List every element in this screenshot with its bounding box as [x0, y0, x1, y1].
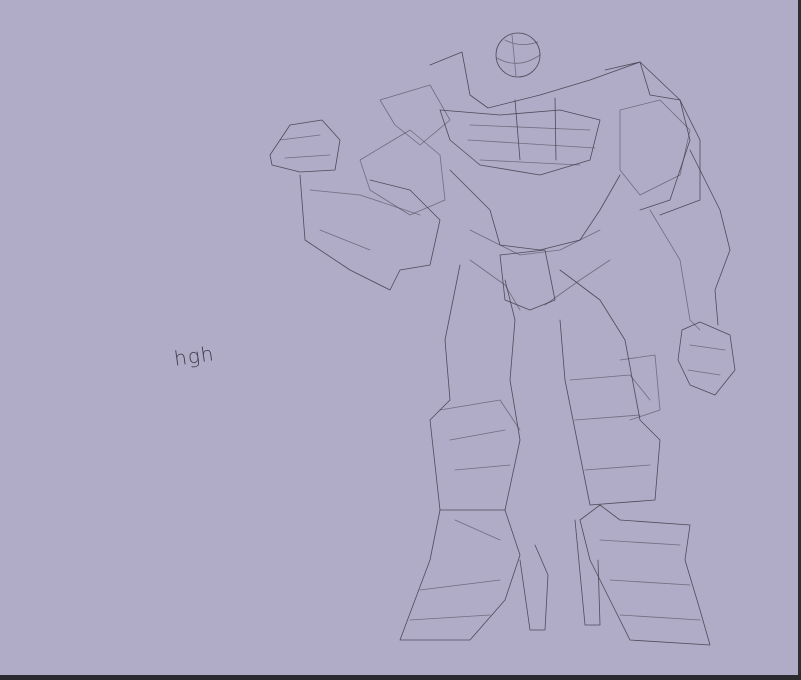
sketch-pelvis — [469, 249, 611, 311]
bottom-bar — [0, 675, 801, 680]
sketch-right-leg — [559, 269, 711, 646]
robot-sketch-icon — [269, 32, 736, 646]
sketch-right-arm — [649, 149, 736, 396]
sketch-torso — [359, 51, 701, 256]
drawing-canvas[interactable]: hgh — [0, 0, 801, 675]
sketch-left-arm — [269, 119, 441, 291]
sketch-left-leg — [399, 264, 549, 641]
sketch-head — [495, 32, 541, 78]
